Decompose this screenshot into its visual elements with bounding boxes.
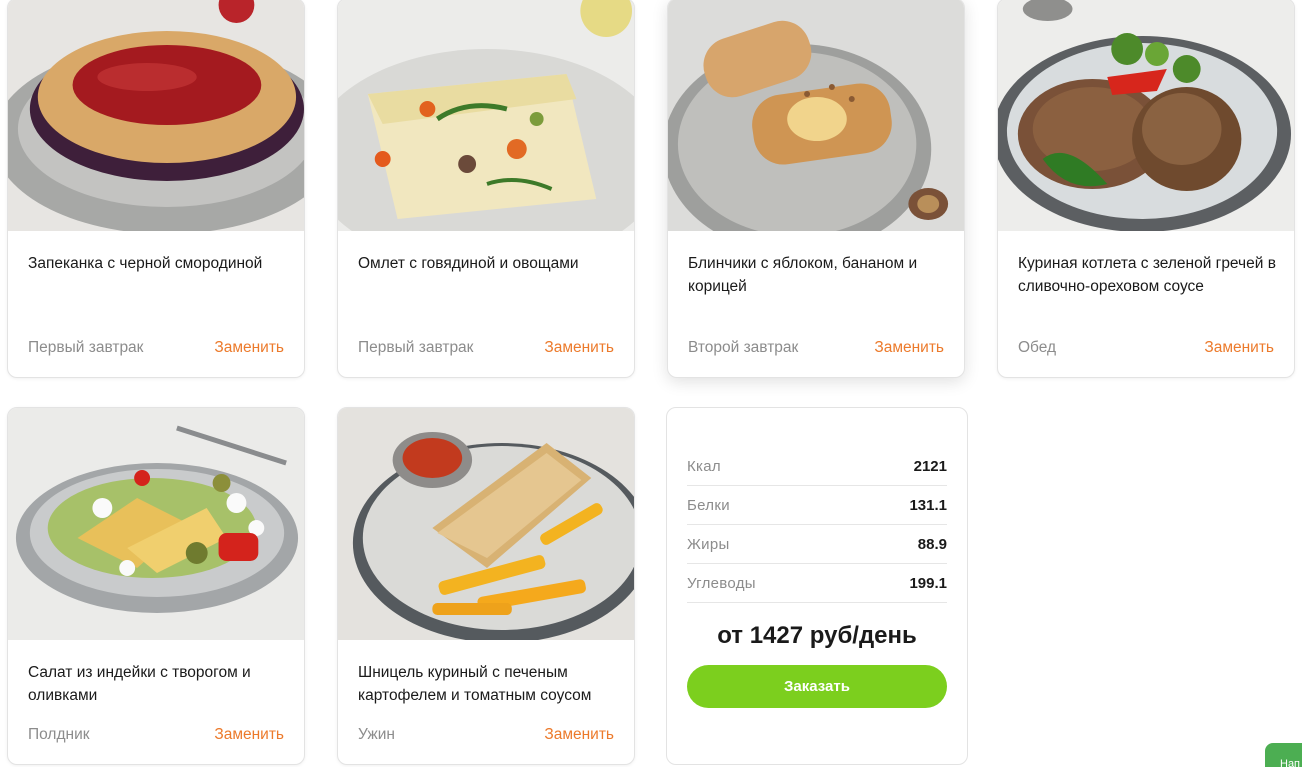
meal-card-salad: Салат из индейки с творогом и оливками П…: [7, 407, 305, 765]
meal-type-label: Первый завтрак: [358, 339, 474, 356]
meal-type-label: Обед: [1018, 339, 1057, 356]
nutrition-value: 2121: [913, 457, 947, 475]
omelette-photo: [338, 0, 634, 231]
replace-link[interactable]: Заменить: [214, 339, 284, 357]
meal-card-schnitzel: Шницель куриный с печеным картофелем и т…: [337, 407, 635, 765]
casserole-photo: [8, 0, 304, 231]
salad-photo: [8, 408, 304, 640]
dish-title: Запеканка с черной смородиной: [28, 255, 263, 272]
cutlet-photo: [998, 0, 1294, 231]
replace-link[interactable]: Заменить: [874, 339, 944, 357]
meal-card-casserole: Запеканка с черной смородиной Первый зав…: [7, 0, 305, 378]
replace-link[interactable]: Заменить: [1204, 339, 1274, 357]
nutrition-row-kcal: Ккал 2121: [687, 447, 947, 486]
nutrition-label: Ккал: [687, 457, 721, 475]
dish-title: Куриная котлета с зеленой гречей в сливо…: [1018, 255, 1276, 295]
pancakes-photo: [668, 0, 964, 231]
meal-card-omelette: Омлет с говядиной и овощами Первый завтр…: [337, 0, 635, 378]
nutrition-value: 88.9: [917, 535, 947, 553]
nutrition-label: Углеводы: [687, 574, 756, 592]
meal-type-label: Полдник: [28, 726, 90, 743]
meal-type-label: Ужин: [358, 726, 395, 743]
replace-link[interactable]: Заменить: [544, 726, 614, 744]
meal-card-pancakes: Блинчики с яблоком, бананом и корицей Вт…: [667, 0, 965, 378]
help-tab-button[interactable]: Нап: [1265, 743, 1302, 767]
nutrition-value: 199.1: [909, 574, 947, 592]
dish-title: Омлет с говядиной и овощами: [358, 255, 579, 272]
meal-type-label: Первый завтрак: [28, 339, 144, 356]
meal-type-label: Второй завтрак: [688, 339, 799, 356]
meal-card-cutlet: Куриная котлета с зеленой гречей в сливо…: [997, 0, 1295, 378]
replace-link[interactable]: Заменить: [544, 339, 614, 357]
nutrition-row-protein: Белки 131.1: [687, 486, 947, 525]
dish-title: Шницель куриный с печеным картофелем и т…: [358, 664, 592, 704]
nutrition-row-carbs: Углеводы 199.1: [687, 564, 947, 603]
order-button[interactable]: Заказать: [687, 665, 947, 708]
dish-title: Блинчики с яблоком, бананом и корицей: [688, 255, 918, 295]
price-per-day: от 1427 руб/день: [717, 622, 917, 649]
nutrition-value: 131.1: [909, 496, 947, 514]
schnitzel-photo: [338, 408, 634, 640]
replace-link[interactable]: Заменить: [214, 726, 284, 744]
nutrition-row-fat: Жиры 88.9: [687, 525, 947, 564]
dish-title: Салат из индейки с творогом и оливками: [28, 664, 251, 704]
nutrition-label: Жиры: [687, 535, 730, 553]
nutrition-label: Белки: [687, 496, 730, 514]
nutrition-summary-card: Ккал 2121 Белки 131.1 Жиры 88.9 Углеводы…: [666, 407, 968, 765]
